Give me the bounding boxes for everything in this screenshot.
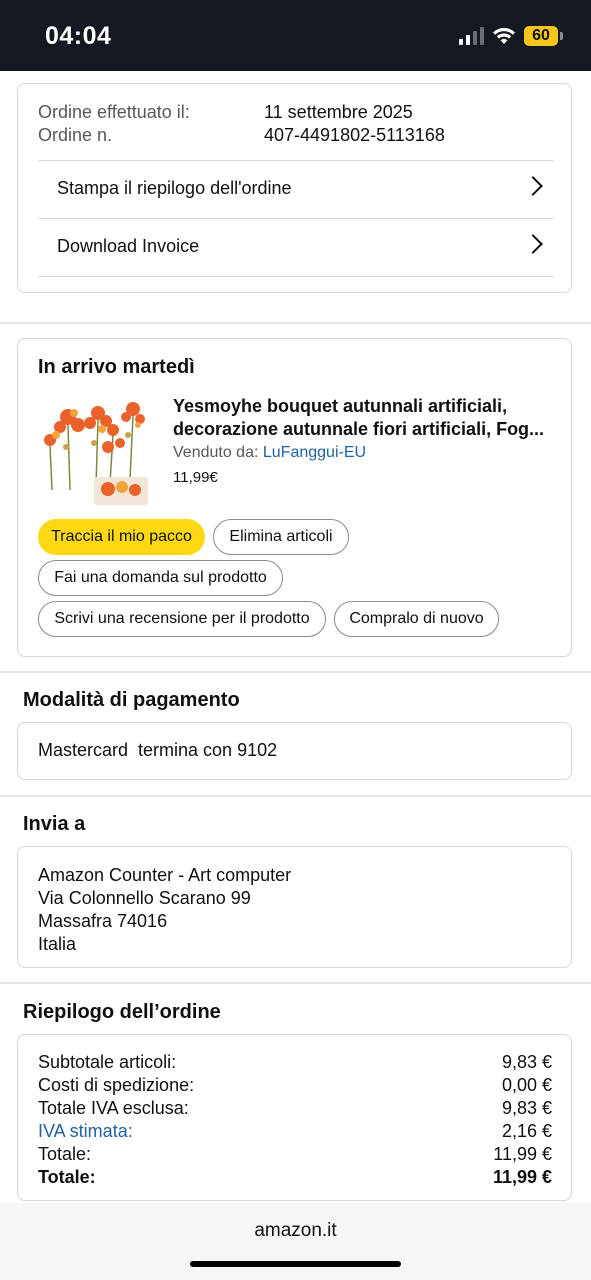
- home-indicator[interactable]: [190, 1261, 401, 1267]
- summary-label: Totale IVA esclusa:: [38, 1098, 189, 1118]
- wifi-icon: [493, 27, 515, 44]
- shipment-heading: In arrivo martedì: [38, 356, 195, 378]
- grand-total-label: Totale:: [38, 1167, 96, 1187]
- payment-card: Mastercard termina con 9102: [17, 722, 572, 780]
- product-title[interactable]: Yesmoyhe bouquet autunnali artificiali, …: [173, 395, 558, 441]
- summary-value: 9,83 €: [501, 1098, 552, 1118]
- address-card: Amazon Counter - Art computer Via Colonn…: [17, 846, 572, 968]
- buy-again-button[interactable]: Compralo di nuovo: [334, 601, 499, 637]
- track-package-button[interactable]: Traccia il mio pacco: [38, 519, 205, 555]
- product-price: 11,99€: [173, 469, 218, 486]
- status-time: 04:04: [45, 22, 112, 50]
- print-summary-label: Stampa il riepilogo dell'ordine: [57, 178, 292, 198]
- address-line: Amazon Counter - Art computer: [38, 865, 292, 885]
- section-separator: [0, 795, 591, 797]
- address-line: Italia: [38, 934, 77, 954]
- battery-icon: 60: [524, 26, 563, 46]
- chevron-right-icon: [523, 176, 543, 196]
- browser-footer: amazon.it: [0, 1203, 591, 1280]
- signal-icon: [459, 27, 484, 45]
- chevron-right-icon: [523, 234, 543, 254]
- summary-value: 2,16 €: [501, 1121, 552, 1141]
- summary-label: Costi di spedizione:: [38, 1075, 195, 1095]
- domain-label[interactable]: amazon.it: [0, 1220, 591, 1242]
- seller-info: Venduto da: LuFanggui-EU: [173, 444, 366, 462]
- write-review-button[interactable]: Scrivi una recensione per il prodotto: [38, 601, 326, 637]
- download-invoice-label: Download Invoice: [57, 236, 200, 256]
- ask-question-button[interactable]: Fai una domanda sul prodotto: [38, 560, 283, 596]
- summary-value: 9,83 €: [501, 1052, 552, 1072]
- address-line: Via Colonnello Scarano 99: [38, 888, 251, 908]
- order-info-card: Ordine effettuato il: 11 settembre 2025 …: [17, 83, 572, 293]
- summary-heading: Riepilogo dell’ordine: [23, 1001, 221, 1023]
- order-number-value: 407-4491802-5113168: [264, 125, 445, 145]
- shipping-heading: Invia a: [23, 813, 86, 835]
- order-date-label: Ordine effettuato il:: [38, 102, 190, 122]
- shipment-card: In arrivo martedì Yesmoyhe bouquet autun…: [17, 338, 572, 657]
- status-bar: 04:04 60: [0, 0, 591, 71]
- summary-value: 0,00 €: [501, 1075, 552, 1095]
- section-separator: [0, 982, 591, 984]
- order-date-value: 11 settembre 2025: [264, 102, 413, 122]
- section-separator: [0, 322, 591, 324]
- grand-total-value: 11,99 €: [492, 1167, 552, 1187]
- download-invoice-link[interactable]: Download Invoice: [38, 218, 554, 276]
- summary-label: Subtotale articoli:: [38, 1052, 177, 1072]
- summary-label: Totale:: [38, 1144, 92, 1164]
- payment-method: Mastercard termina con 9102: [38, 740, 278, 760]
- estimated-vat-link[interactable]: IVA stimata:: [38, 1120, 133, 1143]
- product-image[interactable]: [38, 395, 150, 507]
- delete-items-button[interactable]: Elimina articoli: [213, 519, 349, 555]
- print-summary-link[interactable]: Stampa il riepilogo dell'ordine: [38, 160, 554, 218]
- order-number-label: Ordine n.: [38, 125, 113, 145]
- seller-link[interactable]: LuFanggui-EU: [263, 444, 366, 461]
- address-line: Massafra 74016: [38, 911, 168, 931]
- summary-value: 11,99 €: [493, 1144, 552, 1164]
- summary-card: Subtotale articoli: 9,83 € Costi di sped…: [17, 1034, 572, 1201]
- battery-level: 60: [524, 26, 558, 46]
- seller-prefix: Venduto da:: [173, 444, 259, 461]
- payment-heading: Modalità di pagamento: [23, 689, 240, 711]
- section-separator: [0, 671, 591, 673]
- status-icons: 60: [459, 26, 563, 46]
- divider: [38, 276, 554, 277]
